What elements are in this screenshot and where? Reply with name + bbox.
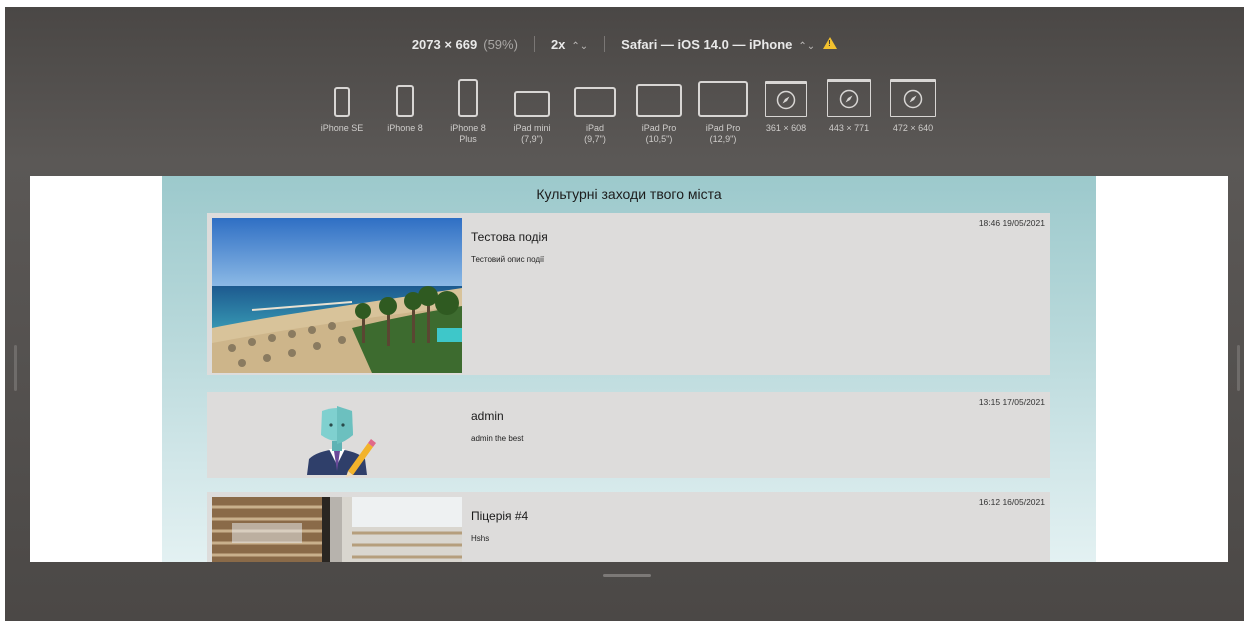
device-preset-label: 361 × 608 (765, 123, 807, 133)
resize-handle-right[interactable] (1237, 345, 1240, 391)
updown-chevron-icon: ⌃⌄ (571, 40, 589, 52)
device-preset-label: iPhone SE (320, 123, 364, 133)
event-description: Тестовий опис події (471, 255, 545, 264)
device-preset-button[interactable]: iPad (9,7") (560, 77, 630, 145)
device-preset-label: iPad mini (7,9") (513, 123, 551, 144)
device-preset-button[interactable]: 443 × 771 (814, 77, 884, 134)
tablet-icon (514, 91, 550, 117)
user-agent-select[interactable]: Safari — iOS 14.0 — iPhone ⌃⌄ (621, 37, 815, 52)
safari-compass-icon (890, 79, 936, 117)
toolbar-divider (604, 36, 606, 52)
event-time: 18:46 19/05/2021 (978, 218, 1045, 228)
event-name[interactable]: admin (471, 409, 504, 423)
device-preset-label: iPhone 8 (387, 123, 423, 133)
warning-triangle-icon[interactable]: ! (823, 37, 838, 49)
updown-chevron-icon: ⌃⌄ (798, 40, 816, 52)
pixel-ratio-select[interactable]: 2x ⌃⌄ (551, 37, 588, 52)
device-preset-button[interactable]: iPad mini (7,9") (497, 77, 567, 145)
event-name[interactable]: Піцерія #4 (471, 509, 528, 523)
device-preset-label: iPad Pro (10,5") (641, 123, 677, 144)
device-preset-label: 472 × 640 (892, 123, 934, 133)
device-preset-button[interactable]: 361 × 608 (751, 77, 821, 134)
tablet-icon (636, 84, 682, 117)
device-preset-label: 443 × 771 (828, 123, 870, 133)
web-page: Культурні заходи твого міста Тестова под… (162, 176, 1096, 562)
event-name[interactable]: Тестова подія (471, 230, 548, 244)
device-preset-button[interactable]: iPad Pro (10,5") (624, 77, 694, 145)
page-title: Культурні заходи твого міста (536, 186, 722, 202)
event-card[interactable]: Тестова подія Тестовий опис події 18:46 … (207, 213, 1050, 375)
viewport-dimensions: 2073 × 669 (411, 36, 478, 52)
device-preset-label: iPad Pro (12,9") (705, 123, 741, 144)
admin-avatar-icon (212, 397, 462, 477)
event-description: admin the best (471, 434, 524, 443)
responsive-toolbar: 2073 × 669 (59%) 2x ⌃⌄ Safari — iOS 14.0 … (5, 34, 1244, 54)
event-time: 13:15 17/05/2021 (978, 397, 1045, 407)
device-preset-button[interactable]: iPhone 8 (370, 77, 440, 134)
device-presets: iPhone SE iPhone 8 iPhone 8 Plus iPad mini … (5, 77, 1244, 157)
resize-handle-bottom[interactable] (603, 574, 651, 577)
beach-resort-photo (212, 218, 462, 373)
safari-compass-icon (765, 81, 807, 117)
responsive-design-mode-window: 2073 × 669 (59%) 2x ⌃⌄ Safari — iOS 14.0 … (5, 7, 1244, 621)
phone-icon (396, 85, 414, 117)
tablet-icon (698, 81, 748, 117)
tablet-icon (574, 87, 616, 117)
safari-compass-icon (827, 79, 871, 117)
device-viewport: Культурні заходи твого міста Тестова под… (30, 176, 1228, 562)
device-preset-button[interactable]: iPad Pro (12,9") (688, 77, 758, 145)
window-blinds-photo (212, 497, 462, 562)
event-description: Hshs (471, 534, 490, 543)
device-preset-button[interactable]: iPhone 8 Plus (433, 77, 503, 145)
resize-handle-left[interactable] (14, 345, 17, 391)
device-preset-label: iPad (9,7") (584, 123, 606, 144)
event-time: 16:12 16/05/2021 (978, 497, 1045, 507)
phone-icon (334, 87, 350, 117)
phone-icon (458, 79, 478, 117)
zoom-level: (59%) (483, 36, 518, 52)
event-card[interactable]: admin admin the best 13:15 17/05/2021 (207, 392, 1050, 478)
device-preset-button[interactable]: 472 × 640 (878, 77, 948, 134)
device-preset-button[interactable]: iPhone SE (307, 77, 377, 134)
toolbar-divider (533, 36, 535, 52)
event-card[interactable]: Піцерія #4 Hshs 16:12 16/05/2021 (207, 492, 1050, 562)
device-preset-label: iPhone 8 Plus (450, 123, 486, 144)
